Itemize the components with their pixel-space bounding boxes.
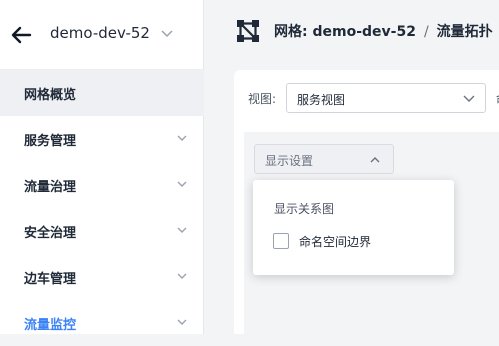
sidebar: demo-dev-52 网格概览 服务管理 流量治理 安全治理 边车管理 流量监… bbox=[0, 0, 204, 334]
page-header: 网格: demo-dev-52 / 流量拓扑 bbox=[204, 0, 499, 62]
sidebar-item-overview[interactable]: 网格概览 bbox=[0, 70, 204, 116]
chevron-down-icon bbox=[177, 227, 187, 233]
topology-icon bbox=[237, 20, 259, 42]
namespace-boundary-checkbox[interactable] bbox=[273, 233, 289, 249]
sidebar-item-label: 边车管理 bbox=[24, 271, 77, 287]
view-select-value: 服务视图 bbox=[297, 93, 346, 107]
chevron-down-icon[interactable] bbox=[160, 29, 174, 39]
view-label: 视图: bbox=[248, 92, 277, 106]
namespace-boundary-label: 命名空间边界 bbox=[299, 234, 372, 249]
breadcrumb-current: 流量拓扑 bbox=[436, 24, 493, 40]
chevron-down-icon bbox=[177, 319, 187, 325]
sidebar-item-label: 流量治理 bbox=[24, 179, 77, 195]
back-arrow-icon[interactable] bbox=[10, 24, 32, 46]
sidebar-item-services[interactable]: 服务管理 bbox=[0, 116, 204, 162]
chevron-up-icon bbox=[370, 157, 380, 163]
chevron-down-icon bbox=[177, 273, 187, 279]
view-select[interactable]: 服务视图 bbox=[286, 83, 486, 113]
display-settings-button[interactable]: 显示设置 bbox=[254, 144, 394, 174]
sidebar-item-traffic-monitor[interactable]: 流量监控 bbox=[0, 300, 204, 346]
breadcrumb: 网格: demo-dev-52 / 流量拓扑 bbox=[274, 21, 493, 41]
chevron-down-icon bbox=[177, 135, 187, 141]
breadcrumb-separator: / bbox=[423, 24, 429, 40]
sidebar-item-sidecar[interactable]: 边车管理 bbox=[0, 254, 204, 300]
sidebar-item-label: 安全治理 bbox=[24, 225, 77, 241]
sidebar-item-traffic-governance[interactable]: 流量治理 bbox=[0, 162, 204, 208]
sidebar-item-security[interactable]: 安全治理 bbox=[0, 208, 204, 254]
mesh-name[interactable]: demo-dev-52 bbox=[50, 24, 150, 42]
breadcrumb-mesh[interactable]: 网格: demo-dev-52 bbox=[274, 24, 416, 40]
chevron-down-icon bbox=[177, 181, 187, 187]
display-settings-dropdown: 显示关系图 命名空间边界 bbox=[253, 180, 454, 275]
sidebar-item-label: 网格概览 bbox=[24, 87, 77, 103]
namespace-boundary-option[interactable]: 命名空间边界 bbox=[273, 231, 371, 251]
display-settings-label: 显示设置 bbox=[265, 154, 314, 168]
dropdown-title: 显示关系图 bbox=[274, 202, 335, 216]
mesh-switcher: demo-dev-52 bbox=[0, 0, 204, 70]
chevron-down-icon bbox=[463, 95, 475, 102]
sidebar-item-label: 流量监控 bbox=[24, 317, 77, 333]
sidebar-item-label: 服务管理 bbox=[24, 133, 77, 149]
